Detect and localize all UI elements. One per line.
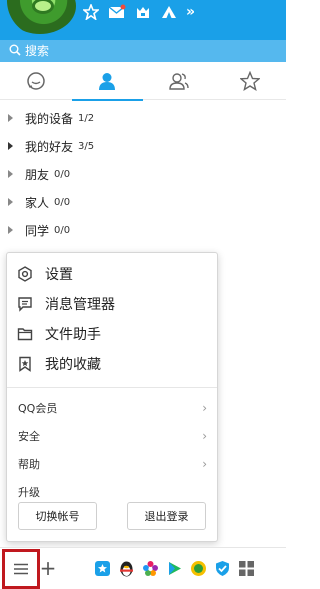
group-name: 朋友 [25,167,50,182]
search-input[interactable] [25,44,265,58]
favorites-icon [240,71,261,91]
group-count: 3/5 [78,140,95,152]
menu-item-security[interactable]: 安全 › [7,422,217,450]
bookmark-icon [17,356,33,372]
group-classmates[interactable]: 同学 0/0 [0,216,286,244]
shield-icon[interactable] [213,559,232,578]
menu-item-label: 帮助 [18,458,40,471]
menu-item-help[interactable]: 帮助 › [7,450,217,478]
menu-item-label: 文件助手 [45,327,101,343]
wallet-icon[interactable] [93,559,112,578]
tab-messages[interactable] [0,62,72,100]
menu-buttons: 切换帐号 退出登录 [7,502,217,530]
switch-account-button[interactable]: 切换帐号 [18,502,97,530]
menu-item-label: 升级 [18,486,40,499]
profile-header: » [0,0,286,40]
hamburger-icon [14,563,28,575]
group-friends[interactable]: 朋友 0/0 [0,160,286,188]
menu-item-message-manager[interactable]: 消息管理器 [7,289,217,319]
tab-groups[interactable] [143,62,215,100]
avatar[interactable] [4,0,76,34]
search-bar[interactable] [0,40,286,62]
expand-arrow-icon [8,114,13,122]
contacts-icon [99,73,116,90]
menu-item-qq-vip[interactable]: QQ会员 › [7,394,217,422]
main-menu-popup: 设置 消息管理器 文件助手 我的收藏 QQ会员 › 安全 › 帮助 › 升级 切… [6,252,218,542]
app-shortcuts [93,559,256,578]
tab-favorites[interactable] [215,62,287,100]
menu-item-my-favorites[interactable]: 我的收藏 [7,349,217,379]
menu-item-label: 设置 [45,267,73,283]
group-count: 0/0 [54,224,71,236]
settings-icon [17,266,33,282]
group-name: 家人 [25,195,50,210]
group-count: 1/2 [78,112,95,124]
more-chevron-icon[interactable]: » [186,4,195,20]
group-family[interactable]: 家人 0/0 [0,188,286,216]
contact-group-list: 我的设备 1/2 我的好友 3/5 朋友 0/0 家人 0/0 同学 0/0 [0,104,286,244]
tent-icon[interactable] [160,3,178,21]
expand-arrow-icon [8,198,13,206]
group-name: 同学 [25,223,50,238]
menu-divider [7,387,217,388]
mail-icon[interactable] [108,3,126,21]
qzone-icon[interactable] [134,3,152,21]
message-manager-icon [17,296,33,312]
chevron-right-icon: › [202,429,207,443]
group-count: 0/0 [54,196,71,208]
flower-icon[interactable] [141,559,160,578]
add-button[interactable]: + [38,554,58,582]
folder-icon [17,326,33,342]
groups-icon [169,73,189,90]
logout-button[interactable]: 退出登录 [127,502,206,530]
group-name: 我的好友 [25,139,74,154]
play-icon[interactable] [165,559,184,578]
group-my-friends[interactable]: 我的好友 3/5 [0,132,286,160]
menu-item-label: QQ会员 [18,402,58,415]
group-my-devices[interactable]: 我的设备 1/2 [0,104,286,132]
menu-item-label: 消息管理器 [45,297,115,313]
chevron-right-icon: › [202,401,207,415]
header-icons: » [82,2,195,22]
tab-contacts[interactable] [71,62,144,101]
messages-icon [27,72,45,90]
group-count: 0/0 [54,168,71,180]
expand-arrow-icon [8,170,13,178]
grid-icon[interactable] [237,559,256,578]
menu-item-label: 我的收藏 [45,357,101,373]
search-icon [9,44,21,59]
expand-arrow-icon [8,142,13,150]
menu-item-settings[interactable]: 设置 [7,259,217,289]
expand-arrow-icon [8,226,13,234]
group-name: 我的设备 [25,111,74,126]
favorites-star-icon[interactable] [82,3,100,21]
penguin-icon[interactable] [117,559,136,578]
coin-icon[interactable] [189,559,208,578]
menu-item-file-assistant[interactable]: 文件助手 [7,319,217,349]
menu-item-label: 安全 [18,430,40,443]
main-tabs [0,62,287,101]
chevron-right-icon: › [202,457,207,471]
bottom-toolbar: + [0,547,286,589]
main-menu-button[interactable] [2,549,40,589]
